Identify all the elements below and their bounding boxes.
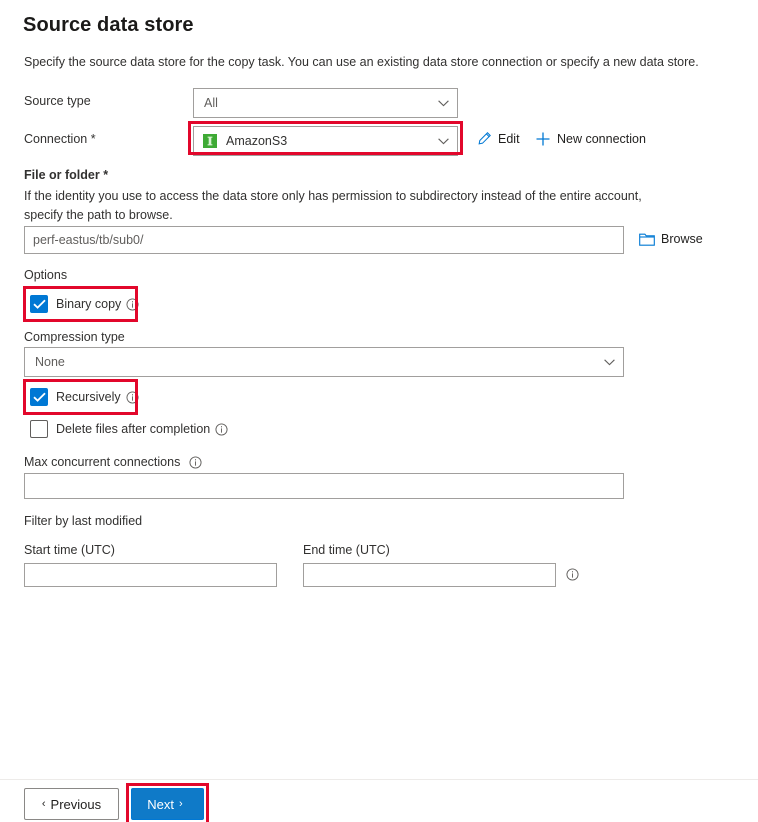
chevron-down-icon bbox=[429, 127, 457, 155]
max-concurrent-connections-input[interactable] bbox=[24, 473, 624, 499]
file-or-folder-label: File or folder * bbox=[24, 168, 108, 182]
browse-label: Browse bbox=[661, 232, 703, 246]
chevron-down-icon bbox=[595, 348, 623, 376]
info-icon[interactable] bbox=[126, 297, 139, 311]
source-type-label: Source type bbox=[24, 94, 91, 108]
new-connection-button[interactable]: New connection bbox=[535, 131, 646, 147]
end-time-label: End time (UTC) bbox=[303, 543, 390, 557]
pencil-icon bbox=[477, 131, 492, 146]
recursively-label: Recursively bbox=[56, 390, 121, 404]
file-or-folder-value: perf-eastus/tb/sub0/ bbox=[33, 233, 144, 247]
filter-by-last-modified-label: Filter by last modified bbox=[24, 514, 143, 528]
file-or-folder-input[interactable]: perf-eastus/tb/sub0/ bbox=[24, 226, 624, 254]
info-icon[interactable] bbox=[566, 568, 579, 581]
source-type-value: All bbox=[204, 96, 218, 110]
options-label: Options bbox=[24, 268, 68, 282]
info-icon[interactable] bbox=[126, 390, 139, 404]
connection-label: Connection * bbox=[24, 132, 96, 146]
connection-label-text: Connection bbox=[24, 132, 88, 146]
plus-icon bbox=[535, 131, 551, 147]
chevron-right-icon: › bbox=[179, 798, 183, 810]
compression-type-label: Compression type bbox=[24, 330, 125, 344]
next-button[interactable]: Next › bbox=[131, 788, 204, 820]
connection-required-asterisk: * bbox=[90, 132, 96, 146]
max-concurrent-connections-label: Max concurrent connections bbox=[24, 455, 181, 469]
edit-connection-button[interactable]: Edit bbox=[477, 131, 520, 146]
recursively-checkbox[interactable] bbox=[30, 388, 48, 406]
folder-icon bbox=[639, 232, 655, 246]
file-or-folder-label-text: File or folder bbox=[24, 168, 100, 182]
binary-copy-checkbox-row[interactable]: Binary copy bbox=[30, 295, 139, 313]
compression-type-value: None bbox=[35, 355, 65, 369]
end-time-input[interactable] bbox=[303, 563, 556, 587]
chevron-left-icon: ‹ bbox=[41, 798, 46, 810]
previous-button[interactable]: ‹ Previous bbox=[24, 788, 119, 820]
edit-connection-label: Edit bbox=[498, 131, 520, 146]
delete-files-checkbox[interactable] bbox=[30, 420, 48, 438]
max-concurrent-connections-label-row: Max concurrent connections bbox=[24, 455, 202, 469]
start-time-input[interactable] bbox=[24, 563, 277, 587]
source-type-dropdown[interactable]: All bbox=[193, 88, 458, 118]
info-icon[interactable] bbox=[189, 455, 202, 469]
page-title: Source data store bbox=[23, 14, 194, 36]
delete-files-label: Delete files after completion bbox=[56, 422, 211, 436]
source-data-store-panel: Source data store Specify the source dat… bbox=[0, 0, 758, 822]
file-or-folder-help-text: If the identity you use to access the da… bbox=[24, 189, 642, 222]
previous-button-label: Previous bbox=[50, 796, 102, 812]
start-time-label: Start time (UTC) bbox=[24, 543, 115, 557]
footer-divider bbox=[0, 779, 758, 780]
chevron-down-icon bbox=[429, 89, 457, 117]
binary-copy-checkbox[interactable] bbox=[30, 295, 48, 313]
page-subtitle: Specify the source data store for the co… bbox=[24, 55, 699, 69]
browse-button[interactable]: Browse bbox=[639, 232, 703, 246]
file-or-folder-required-asterisk: * bbox=[103, 168, 109, 182]
amazon-s3-icon bbox=[194, 134, 217, 148]
connection-dropdown[interactable]: AmazonS3 bbox=[193, 126, 458, 156]
binary-copy-label: Binary copy bbox=[56, 297, 122, 311]
delete-files-checkbox-row[interactable]: Delete files after completion bbox=[30, 420, 228, 438]
connection-value: AmazonS3 bbox=[226, 134, 288, 148]
recursively-checkbox-row[interactable]: Recursively bbox=[30, 388, 139, 406]
info-icon[interactable] bbox=[215, 422, 228, 436]
compression-type-dropdown[interactable]: None bbox=[24, 347, 624, 377]
next-button-label: Next bbox=[147, 796, 175, 812]
new-connection-label: New connection bbox=[557, 132, 646, 146]
